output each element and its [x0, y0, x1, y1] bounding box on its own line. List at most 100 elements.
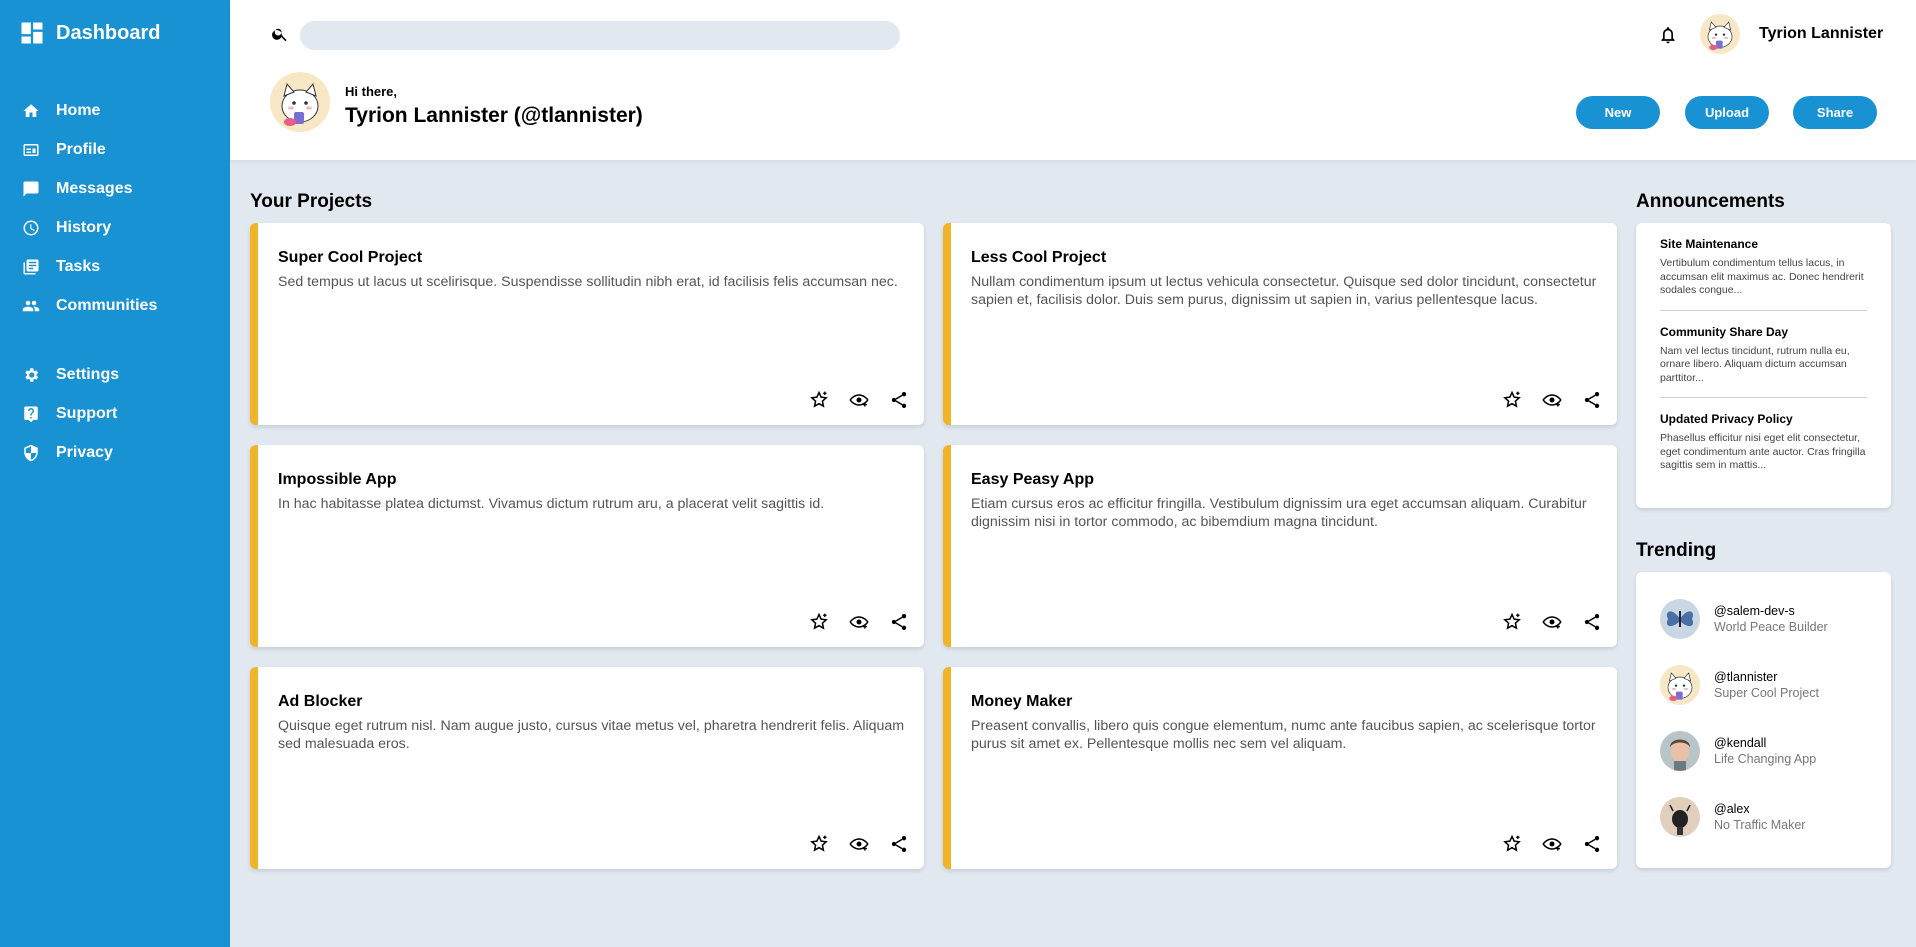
- portrait-avatar: [1660, 731, 1700, 771]
- main-nav: Home Profile Messages History Tasks Comm…: [0, 91, 230, 325]
- sidebar-item-tasks[interactable]: Tasks: [0, 247, 230, 286]
- sidebar-item-label: Profile: [56, 140, 106, 158]
- project-actions: [808, 833, 910, 855]
- sidebar-item-home[interactable]: Home: [0, 91, 230, 130]
- watch-icon[interactable]: [1541, 389, 1563, 411]
- avatar[interactable]: [1700, 14, 1740, 54]
- sidebar-item-history[interactable]: History: [0, 208, 230, 247]
- sidebar-item-communities[interactable]: Communities: [0, 286, 230, 325]
- sidebar-item-label: History: [56, 218, 112, 236]
- project-card[interactable]: Less Cool Project Nullam condimentum ipsu…: [943, 223, 1617, 425]
- sidebar-item-label: Communities: [56, 296, 158, 314]
- watch-icon[interactable]: [1541, 611, 1563, 633]
- trending-item[interactable]: @kendall Life Changing App: [1636, 718, 1891, 784]
- sidebar-item-messages[interactable]: Messages: [0, 169, 230, 208]
- header: Tyrion Lannister Hi there, Tyrion Lannis…: [230, 0, 1916, 160]
- trending-project: No Traffic Maker: [1714, 818, 1806, 832]
- profile-card-icon: [22, 141, 40, 159]
- trending-project: Super Cool Project: [1714, 686, 1819, 700]
- search-icon[interactable]: [271, 25, 289, 43]
- share-button[interactable]: Share: [1793, 96, 1877, 129]
- star-icon[interactable]: [808, 389, 830, 411]
- announcement-body: Nam vel lectus tincidunt, rutrum nulla e…: [1660, 344, 1850, 384]
- butterfly-avatar: [1660, 599, 1700, 639]
- project-title: Less Cool Project: [971, 249, 1107, 266]
- share-icon[interactable]: [888, 833, 910, 855]
- bell-icon[interactable]: [1658, 25, 1678, 45]
- project-actions: [808, 389, 910, 411]
- watch-icon[interactable]: [848, 611, 870, 633]
- trending-handle: @kendall: [1714, 736, 1767, 750]
- star-icon[interactable]: [1501, 389, 1523, 411]
- profile-fullname: Tyrion Lannister (@tlannister): [345, 104, 643, 127]
- project-title: Easy Peasy App: [971, 471, 1095, 488]
- star-icon[interactable]: [1501, 611, 1523, 633]
- project-actions: [1501, 833, 1603, 855]
- project-actions: [808, 611, 910, 633]
- dashboard-icon: [21, 22, 43, 44]
- trending-handle: @alex: [1714, 802, 1750, 816]
- brand-title: Dashboard: [56, 21, 161, 44]
- announcement-title: Community Share Day: [1660, 324, 1789, 339]
- project-card[interactable]: Money Maker Preasent convallis, libero qu…: [943, 667, 1617, 869]
- sidebar-item-label: Tasks: [56, 257, 101, 275]
- project-actions: [1501, 389, 1603, 411]
- share-icon[interactable]: [1581, 389, 1603, 411]
- announcement-title: Site Maintenance: [1660, 237, 1759, 251]
- secondary-nav: Settings Support Privacy: [0, 355, 230, 472]
- search-input[interactable]: [300, 21, 900, 50]
- trending-handle: @tlannister: [1714, 670, 1778, 684]
- project-card[interactable]: Easy Peasy App Etiam cursus eros ac effic…: [943, 445, 1617, 647]
- clock-icon: [22, 219, 40, 237]
- trending-item[interactable]: @tlannister Super Cool Project: [1636, 652, 1891, 718]
- announcement-item[interactable]: Site Maintenance Vertibulum condimentum …: [1660, 223, 1867, 311]
- trending-item[interactable]: @salem-dev-s World Peace Builder: [1636, 586, 1891, 652]
- watch-icon[interactable]: [1541, 833, 1563, 855]
- sketch-avatar: [1660, 797, 1700, 837]
- trending-project: Life Changing App: [1714, 752, 1817, 766]
- watch-icon[interactable]: [848, 833, 870, 855]
- tasks-icon: [22, 258, 40, 276]
- announcement-item[interactable]: Updated Privacy Policy Phasellus efficit…: [1660, 398, 1867, 485]
- sidebar-item-settings[interactable]: Settings: [0, 355, 230, 394]
- project-title: Ad Blocker: [278, 693, 363, 710]
- project-description: Nullam condimentum ipsum ut lectus vehic…: [971, 274, 1597, 308]
- star-icon[interactable]: [808, 833, 830, 855]
- announcement-title: Updated Privacy Policy: [1660, 412, 1793, 426]
- upload-button[interactable]: Upload: [1685, 96, 1769, 129]
- announcement-body: Phasellus efficitur nisi eget elit conse…: [1660, 432, 1866, 471]
- trending-item[interactable]: @alex No Traffic Maker: [1636, 784, 1891, 850]
- message-icon: [22, 180, 40, 198]
- home-icon: [22, 102, 40, 120]
- trending-panel: @salem-dev-s World Peace Builder @tlannis…: [1636, 572, 1891, 868]
- header-username[interactable]: Tyrion Lannister: [1759, 25, 1883, 43]
- announcement-item[interactable]: Community Share Day Nam vel lectus tinci…: [1660, 311, 1867, 398]
- profile-avatar: [270, 72, 330, 132]
- project-card[interactable]: Ad Blocker Quisque eget rutrum nisl. Nam …: [250, 667, 924, 869]
- announcements-title: Announcements: [1636, 191, 1785, 212]
- sidebar-item-support[interactable]: Support: [0, 394, 230, 433]
- cat-avatar: [1660, 665, 1700, 705]
- sidebar-item-privacy[interactable]: Privacy: [0, 433, 230, 472]
- project-description: Quisque eget rutrum nisl. Nam augue just…: [278, 718, 905, 752]
- share-icon[interactable]: [888, 611, 910, 633]
- trending-handle: @salem-dev-s: [1714, 604, 1795, 618]
- share-icon[interactable]: [888, 389, 910, 411]
- group-icon: [22, 297, 40, 315]
- brand[interactable]: Dashboard: [18, 19, 160, 47]
- star-icon[interactable]: [808, 611, 830, 633]
- project-card[interactable]: Super Cool Project Sed tempus ut lacus ut…: [250, 223, 924, 425]
- sidebar-item-label: Settings: [56, 365, 120, 383]
- share-icon[interactable]: [1581, 611, 1603, 633]
- star-icon[interactable]: [1501, 833, 1523, 855]
- project-description: Preasent convallis, libero quis congue e…: [971, 718, 1596, 752]
- new-button[interactable]: New: [1576, 96, 1660, 129]
- watch-icon[interactable]: [848, 389, 870, 411]
- project-title: Super Cool Project: [278, 249, 423, 266]
- help-icon: [22, 405, 40, 423]
- sidebar-item-profile[interactable]: Profile: [0, 130, 230, 169]
- share-icon[interactable]: [1581, 833, 1603, 855]
- project-card[interactable]: Impossible App In hac habitasse platea di…: [250, 445, 924, 647]
- sidebar-item-label: Messages: [56, 179, 133, 197]
- announcement-body: Vertibulum condimentum tellus lacus, in …: [1660, 257, 1864, 296]
